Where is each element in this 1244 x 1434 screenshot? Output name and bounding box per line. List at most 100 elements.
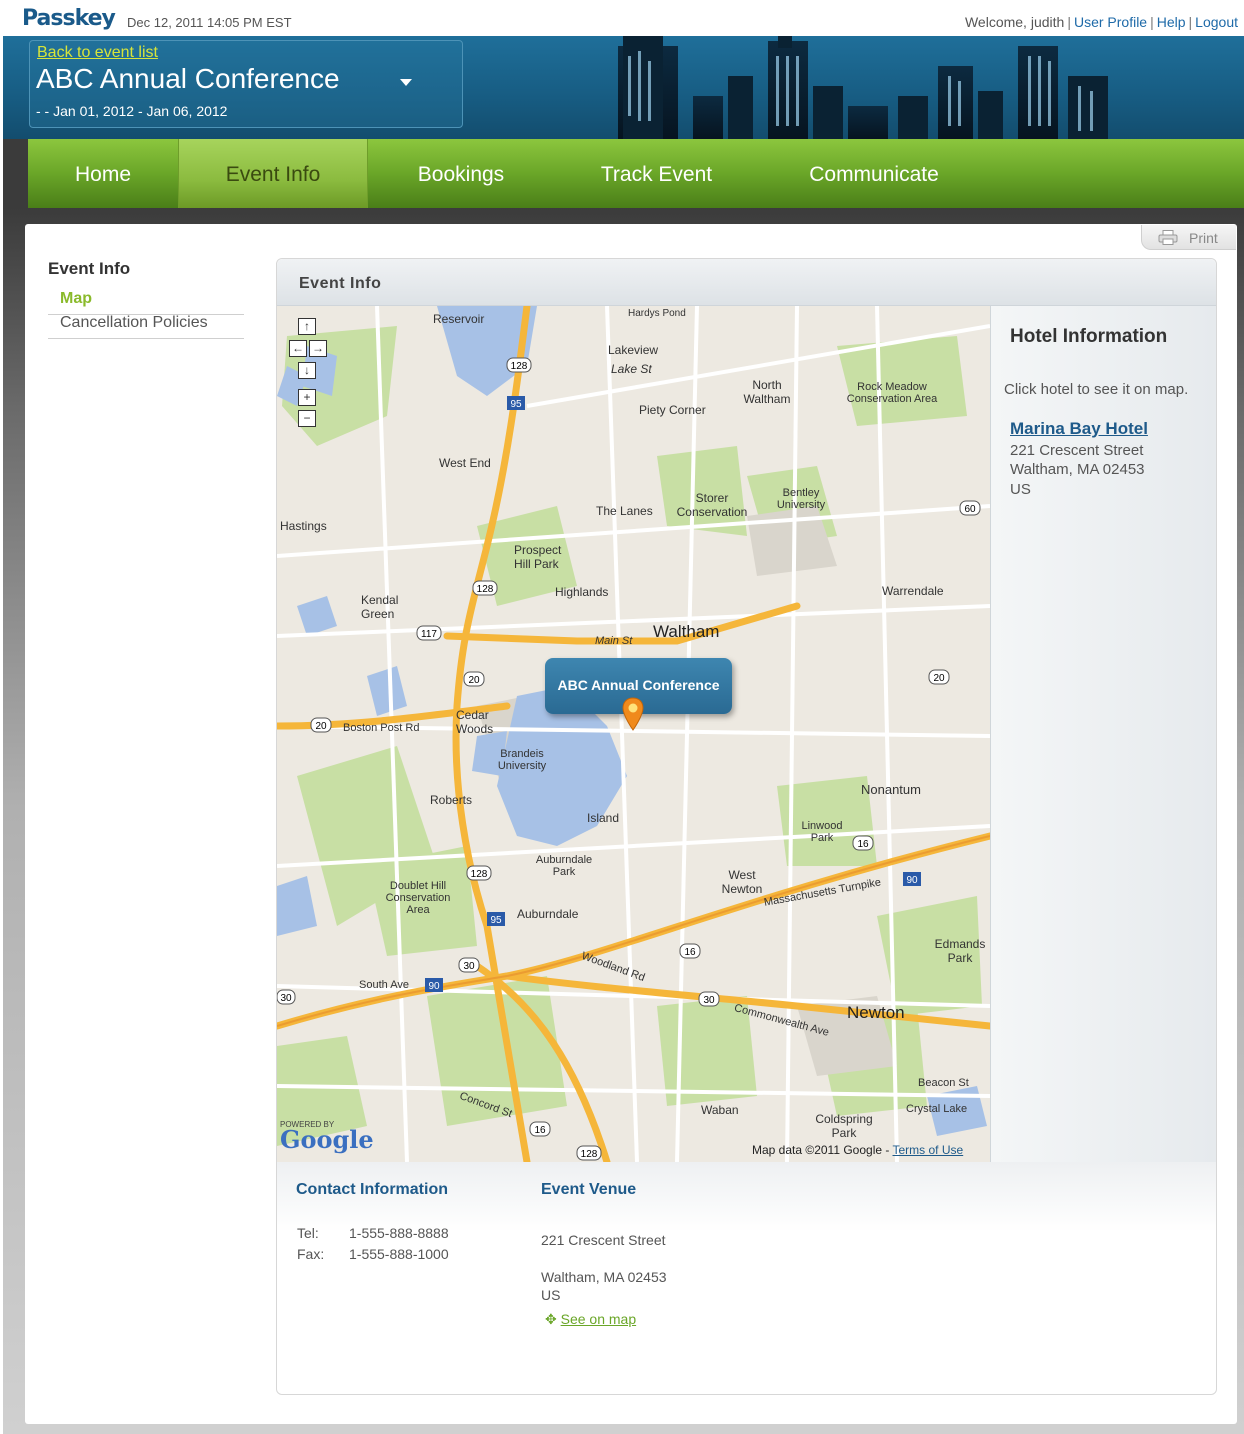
svg-text:128: 128 [511,361,528,372]
map-label: Highlands [555,585,609,599]
map-label: Cedar Woods [456,708,494,736]
passkey-logo[interactable]: Passkey [22,6,116,31]
svg-text:16: 16 [534,1125,546,1136]
map-label: Coldspring Park [815,1112,873,1140]
map-label: The Lanes [596,504,653,518]
map-label: Warrendale [882,584,944,598]
hotel-address-line1: 221 Crescent Street [1010,442,1144,459]
map-label: Waltham [653,622,720,641]
sidebar-item-map[interactable]: Map [48,290,244,315]
map-label: North Waltham [743,378,791,406]
panel-title: Event Info [299,275,382,292]
event-venue-title: Event Venue [541,1181,637,1198]
google-wordmark: Google [280,1125,374,1154]
svg-text:117: 117 [421,629,437,640]
sidebar-title: Event Info [48,259,131,278]
welcome-text: Welcome, judith [964,14,1065,30]
contact-information-title: Contact Information [296,1181,448,1198]
see-on-map-link[interactable]: ✥ See on map [545,1311,636,1328]
pan-right-icon[interactable]: → [309,340,327,357]
map-label: Newton [847,1003,905,1022]
pan-down-icon[interactable]: ↓ [298,362,316,379]
hotel-address-line2: Waltham, MA 02453 [1010,461,1145,478]
nav-communicate[interactable]: Communicate [759,139,989,208]
map-label: Prospect Hill Park [514,543,562,571]
user-profile-link[interactable]: User Profile [1074,14,1147,30]
svg-text:128: 128 [477,584,494,595]
nav-event-info[interactable]: Event Info [178,139,368,208]
sidebar-item-cancellation-policies[interactable]: Cancellation Policies [48,314,244,339]
help-link[interactable]: Help [1157,14,1186,30]
main-nav: Home Event Info Bookings Track Event Com… [28,139,1244,208]
map-label: Linwood Park [801,820,843,844]
google-logo[interactable]: POWERED BY Google [280,1120,374,1154]
svg-text:20: 20 [315,721,327,732]
print-label: Print [1189,230,1218,246]
location-pin-icon[interactable] [622,697,644,731]
map-label: Waban [701,1103,739,1117]
pan-up-icon[interactable]: ↑ [298,318,316,335]
map-label: Bentley University [776,487,826,511]
zoom-out-icon[interactable]: − [298,410,316,427]
svg-text:128: 128 [581,1149,598,1160]
hotel-hint-text: Click hotel to see it on map. [1004,381,1189,398]
map-label: Lake St [611,362,652,376]
svg-text:16: 16 [684,947,696,958]
map-label: Crystal Lake [906,1103,968,1115]
map-label: Island [587,811,620,825]
event-dates: - - Jan 01, 2012 - Jan 06, 2012 [36,103,228,119]
zoom-in-icon[interactable]: + [298,389,316,406]
event-selector[interactable]: Back to event list ABC Annual Conference… [29,40,463,128]
nav-bookings[interactable]: Bookings [368,139,554,208]
venue-street: 221 Crescent Street [541,1232,666,1248]
tel-label: Tel: [297,1225,319,1241]
hotel-information-panel: Hotel Information Click hotel to see it … [990,306,1216,1162]
map-marker-icon: ✥ [545,1311,557,1327]
svg-text:95: 95 [490,915,502,926]
logout-link[interactable]: Logout [1195,14,1238,30]
back-to-event-list-link[interactable]: Back to event list [37,44,158,62]
nav-track-event[interactable]: Track Event [554,139,759,208]
printer-icon [1158,230,1178,245]
fax-label: Fax: [297,1246,325,1262]
pan-left-icon[interactable]: ← [289,340,307,357]
map-canvas[interactable]: 128 95 128 117 128 95 90 90 30 30 16 16 … [277,306,990,1162]
map-label: South Ave [359,979,409,991]
map-label: Nonantum [861,782,921,797]
panel-header: Event Info [277,259,1216,306]
nav-background: Home Event Info Bookings Track Event Com… [3,139,1244,208]
header-banner: Back to event list ABC Annual Conference… [3,36,1244,139]
print-button[interactable]: Print [1141,225,1236,250]
event-title: ABC Annual Conference [36,63,340,94]
hotel-information-title: Hotel Information [1010,326,1168,347]
svg-text:128: 128 [471,869,488,880]
map-label: Piety Corner [639,403,706,417]
terms-of-use-link[interactable]: Terms of Use [893,1143,964,1157]
map-label: Brandeis University [497,748,547,772]
top-bar: Passkey Dec 12, 2011 14:05 PM EST Welcom… [0,0,1244,36]
map-label: Hardys Pond [628,308,686,319]
svg-text:30: 30 [463,961,475,972]
svg-text:90: 90 [428,981,440,992]
svg-text:60: 60 [964,504,976,515]
map-label: Hastings [280,519,327,533]
svg-text:95: 95 [510,399,522,410]
city-skyline-image [618,36,1108,139]
svg-text:30: 30 [280,993,292,1004]
map-label: Auburndale [517,907,579,921]
see-on-map-label[interactable]: See on map [561,1311,637,1327]
map-label: Kendal Green [361,593,399,621]
svg-text:90: 90 [906,875,918,886]
hotel-link-marina-bay[interactable]: Marina Bay Hotel [1010,419,1148,439]
map-label: Main St [595,635,633,647]
venue-city: Waltham, MA 02453 [541,1269,667,1285]
map-label: Doublet Hill Conservation Area [385,880,451,916]
map-copyright-text: Map data ©2011 Google - [752,1143,893,1157]
map-label: Auburndale Park [535,854,593,878]
map-copyright: Map data ©2011 Google - Terms of Use [752,1143,963,1157]
google-map[interactable]: 128 95 128 117 128 95 90 90 30 30 16 16 … [277,306,990,1162]
map-label: West Newton [721,868,763,896]
nav-home[interactable]: Home [28,139,178,208]
event-dropdown-caret-icon[interactable] [400,79,412,86]
map-label: West End [439,456,491,470]
